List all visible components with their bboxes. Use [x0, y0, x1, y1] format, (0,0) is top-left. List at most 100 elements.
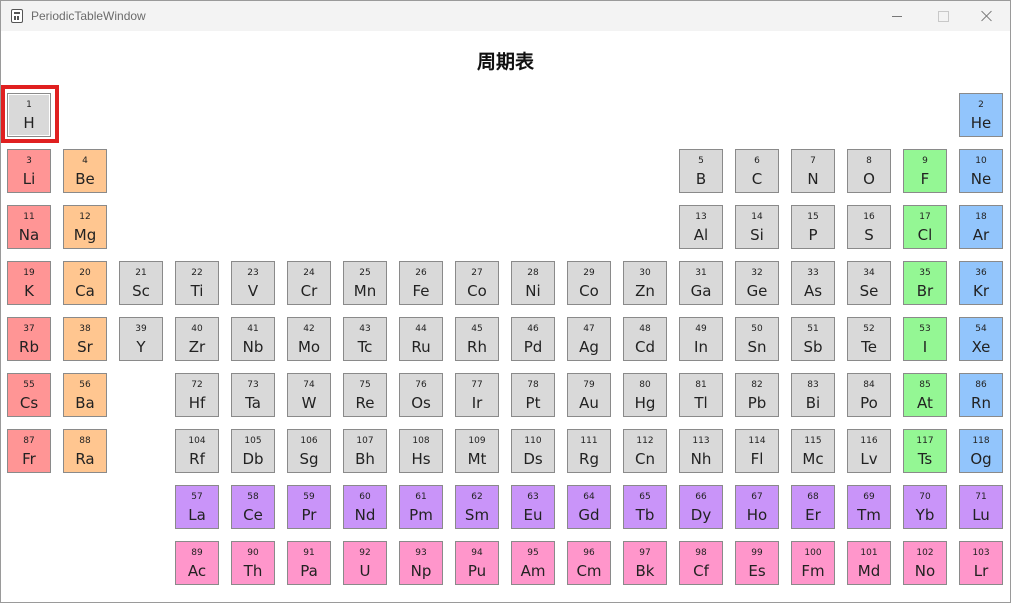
element-cell-mo[interactable]: 42 Mo — [287, 317, 331, 361]
element-cell-tb[interactable]: 65 Tb — [623, 485, 667, 529]
element-cell-se[interactable]: 34 Se — [847, 261, 891, 305]
element-cell-nh[interactable]: 113 Nh — [679, 429, 723, 473]
element-cell-as[interactable]: 33 As — [791, 261, 835, 305]
element-cell-ba[interactable]: 56 Ba — [63, 373, 107, 417]
element-cell-ra[interactable]: 88 Ra — [63, 429, 107, 473]
element-cell-hf[interactable]: 72 Hf — [175, 373, 219, 417]
element-cell-i[interactable]: 53 I — [903, 317, 947, 361]
element-cell-v[interactable]: 23 V — [231, 261, 275, 305]
element-cell-rb[interactable]: 37 Rb — [7, 317, 51, 361]
element-cell-gd[interactable]: 64 Gd — [567, 485, 611, 529]
element-cell-mc[interactable]: 115 Mc — [791, 429, 835, 473]
element-cell-zr[interactable]: 40 Zr — [175, 317, 219, 361]
element-cell-lr[interactable]: 103 Lr — [959, 541, 1003, 585]
element-cell-nb[interactable]: 41 Nb — [231, 317, 275, 361]
element-cell-no[interactable]: 102 No — [903, 541, 947, 585]
element-cell-cl[interactable]: 17 Cl — [903, 205, 947, 249]
element-cell-o[interactable]: 8O — [847, 149, 891, 193]
element-cell-al[interactable]: 13 Al — [679, 205, 723, 249]
element-cell-u[interactable]: 92 U — [343, 541, 387, 585]
element-cell-p[interactable]: 15 P — [791, 205, 835, 249]
element-cell-am[interactable]: 95 Am — [511, 541, 555, 585]
element-cell-te[interactable]: 52 Te — [847, 317, 891, 361]
element-cell-k[interactable]: 19 K — [7, 261, 51, 305]
element-cell-lu[interactable]: 71 Lu — [959, 485, 1003, 529]
element-cell-cm[interactable]: 96 Cm — [567, 541, 611, 585]
element-cell-li[interactable]: 3 Li — [7, 149, 51, 193]
element-cell-ru[interactable]: 44 Ru — [399, 317, 443, 361]
element-cell-tm[interactable]: 69 Tm — [847, 485, 891, 529]
element-cell-yb[interactable]: 70 Yb — [903, 485, 947, 529]
element-cell-hs[interactable]: 108 Hs — [399, 429, 443, 473]
element-cell-sc[interactable]: 21 Sc — [119, 261, 163, 305]
element-cell-tl[interactable]: 81 Tl — [679, 373, 723, 417]
element-cell-mt[interactable]: 109 Mt — [455, 429, 499, 473]
element-cell-rn[interactable]: 86 Rn — [959, 373, 1003, 417]
element-cell-ce[interactable]: 58 Ce — [231, 485, 275, 529]
element-cell-co[interactable]: 27 Co — [455, 261, 499, 305]
element-cell-cs[interactable]: 55 Cs — [7, 373, 51, 417]
element-cell-tc[interactable]: 43 Tc — [343, 317, 387, 361]
element-cell-pd[interactable]: 46 Pd — [511, 317, 555, 361]
element-cell-au[interactable]: 79 Au — [567, 373, 611, 417]
element-cell-rf[interactable]: 104 Rf — [175, 429, 219, 473]
element-cell-nd[interactable]: 60 Nd — [343, 485, 387, 529]
element-cell-ir[interactable]: 77 Ir — [455, 373, 499, 417]
element-cell-og[interactable]: 118 Og — [959, 429, 1003, 473]
title-bar[interactable]: PeriodicTableWindow — [1, 1, 1010, 31]
element-cell-ds[interactable]: 110 Ds — [511, 429, 555, 473]
element-cell-re[interactable]: 75 Re — [343, 373, 387, 417]
element-cell-dy[interactable]: 66 Dy — [679, 485, 723, 529]
element-cell-at[interactable]: 85 At — [903, 373, 947, 417]
element-cell-rh[interactable]: 45 Rh — [455, 317, 499, 361]
element-cell-fr[interactable]: 87 Fr — [7, 429, 51, 473]
element-cell-ge[interactable]: 32 Ge — [735, 261, 779, 305]
element-cell-h[interactable]: 1H — [7, 93, 51, 137]
element-cell-br[interactable]: 35 Br — [903, 261, 947, 305]
element-cell-s[interactable]: 16 S — [847, 205, 891, 249]
element-cell-cf[interactable]: 98 Cf — [679, 541, 723, 585]
element-cell-in[interactable]: 49 In — [679, 317, 723, 361]
element-cell-md[interactable]: 101 Md — [847, 541, 891, 585]
element-cell-pb[interactable]: 82 Pb — [735, 373, 779, 417]
element-cell-si[interactable]: 14 Si — [735, 205, 779, 249]
element-cell-ga[interactable]: 31 Ga — [679, 261, 723, 305]
element-cell-eu[interactable]: 63 Eu — [511, 485, 555, 529]
element-cell-sm[interactable]: 62 Sm — [455, 485, 499, 529]
element-cell-pa[interactable]: 91 Pa — [287, 541, 331, 585]
element-cell-po[interactable]: 84 Po — [847, 373, 891, 417]
element-cell-fm[interactable]: 100 Fm — [791, 541, 835, 585]
element-cell-ni[interactable]: 28 Ni — [511, 261, 555, 305]
element-cell-pt[interactable]: 78 Pt — [511, 373, 555, 417]
element-cell-hg[interactable]: 80 Hg — [623, 373, 667, 417]
element-cell-ti[interactable]: 22 Ti — [175, 261, 219, 305]
close-button[interactable] — [964, 1, 1010, 31]
element-cell-cr[interactable]: 24 Cr — [287, 261, 331, 305]
element-cell-os[interactable]: 76 Os — [399, 373, 443, 417]
element-cell-w[interactable]: 74 W — [287, 373, 331, 417]
element-cell-ne[interactable]: 10 Ne — [959, 149, 1003, 193]
element-cell-na[interactable]: 11 Na — [7, 205, 51, 249]
element-cell-kr[interactable]: 36 Kr — [959, 261, 1003, 305]
element-cell-pr[interactable]: 59 Pr — [287, 485, 331, 529]
element-cell-fl[interactable]: 114 Fl — [735, 429, 779, 473]
element-cell-pu[interactable]: 94 Pu — [455, 541, 499, 585]
element-cell-cn[interactable]: 112 Cn — [623, 429, 667, 473]
element-cell-sr[interactable]: 38 Sr — [63, 317, 107, 361]
element-cell-bh[interactable]: 107 Bh — [343, 429, 387, 473]
element-cell-np[interactable]: 93 Np — [399, 541, 443, 585]
element-cell-sn[interactable]: 50 Sn — [735, 317, 779, 361]
element-cell-ta[interactable]: 73 Ta — [231, 373, 275, 417]
element-cell-sg[interactable]: 106 Sg — [287, 429, 331, 473]
element-cell-be[interactable]: 4 Be — [63, 149, 107, 193]
element-cell-ts[interactable]: 117 Ts — [903, 429, 947, 473]
element-cell-c[interactable]: 6C — [735, 149, 779, 193]
element-cell-th[interactable]: 90 Th — [231, 541, 275, 585]
element-cell-lv[interactable]: 116 Lv — [847, 429, 891, 473]
element-cell-n[interactable]: 7N — [791, 149, 835, 193]
element-cell-zn[interactable]: 30 Zn — [623, 261, 667, 305]
element-cell-cd[interactable]: 48 Cd — [623, 317, 667, 361]
minimize-button[interactable] — [874, 1, 920, 31]
element-cell-ag[interactable]: 47 Ag — [567, 317, 611, 361]
element-cell-pm[interactable]: 61 Pm — [399, 485, 443, 529]
